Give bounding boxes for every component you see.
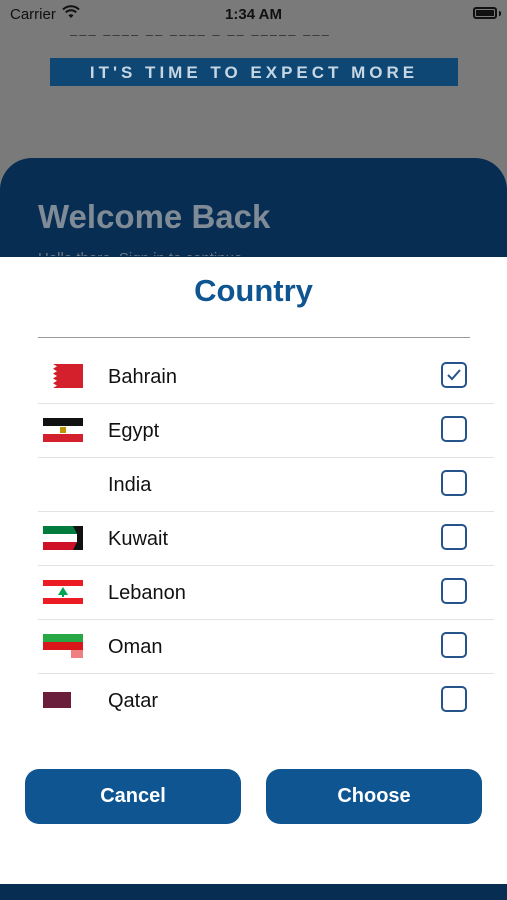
- welcome-title: Welcome Back: [38, 198, 271, 235]
- country-checkbox[interactable]: [441, 470, 467, 496]
- country-name: Lebanon: [108, 582, 186, 604]
- bahrain-flag-icon: [43, 364, 83, 388]
- status-bar: Carrier 1:34 AM: [0, 0, 507, 30]
- country-row-lebanon[interactable]: Lebanon: [38, 566, 494, 620]
- bottom-bar: [0, 884, 507, 900]
- choose-button[interactable]: Choose: [266, 769, 482, 824]
- country-name: Bahrain: [108, 366, 177, 388]
- country-name: Kuwait: [108, 528, 169, 550]
- oman-flag-icon: [43, 634, 83, 658]
- country-row-bahrain[interactable]: Bahrain: [38, 350, 494, 404]
- country-name: Qatar: [108, 690, 159, 712]
- country-checkbox[interactable]: [441, 416, 467, 442]
- country-row-india[interactable]: India: [38, 458, 494, 512]
- country-name: Egypt: [108, 420, 160, 442]
- kuwait-flag-icon: [43, 526, 83, 550]
- country-row-oman[interactable]: Oman: [38, 620, 494, 674]
- country-row-egypt[interactable]: Egypt: [38, 404, 494, 458]
- battery-icon: [473, 7, 497, 19]
- country-row-kuwait[interactable]: Kuwait: [38, 512, 494, 566]
- country-checkbox[interactable]: [441, 524, 467, 550]
- cancel-button[interactable]: Cancel: [25, 769, 241, 824]
- status-time: 1:34 AM: [225, 6, 282, 23]
- background-cut-text: ––– –––– –– –––– – –– ––––– –––: [70, 30, 331, 40]
- country-checkbox[interactable]: [441, 578, 467, 604]
- welcome-subtitle: Hello there, Sign in to continue: [38, 248, 298, 256]
- country-checkbox[interactable]: [441, 632, 467, 658]
- checkmark-icon: [447, 369, 461, 381]
- picker-title: Country: [194, 273, 313, 308]
- country-name: India: [108, 474, 152, 496]
- tagline-banner: IT'S TIME TO EXPECT MORE: [50, 58, 458, 86]
- country-checkbox-checked[interactable]: [441, 362, 467, 388]
- title-divider: [38, 337, 470, 338]
- india-flag-placeholder: [43, 472, 83, 496]
- country-checkbox[interactable]: [441, 686, 467, 712]
- qatar-flag-icon: [43, 688, 83, 712]
- country-list: Bahrain Egypt India Kuwait Lebanon Oman …: [38, 350, 494, 727]
- lebanon-flag-icon: [43, 580, 83, 604]
- egypt-flag-icon: [43, 418, 83, 442]
- country-name: Oman: [108, 636, 163, 658]
- country-row-qatar[interactable]: Qatar: [38, 674, 494, 727]
- country-picker-sheet: Country Bahrain Egypt India Kuwait Leban…: [0, 257, 507, 884]
